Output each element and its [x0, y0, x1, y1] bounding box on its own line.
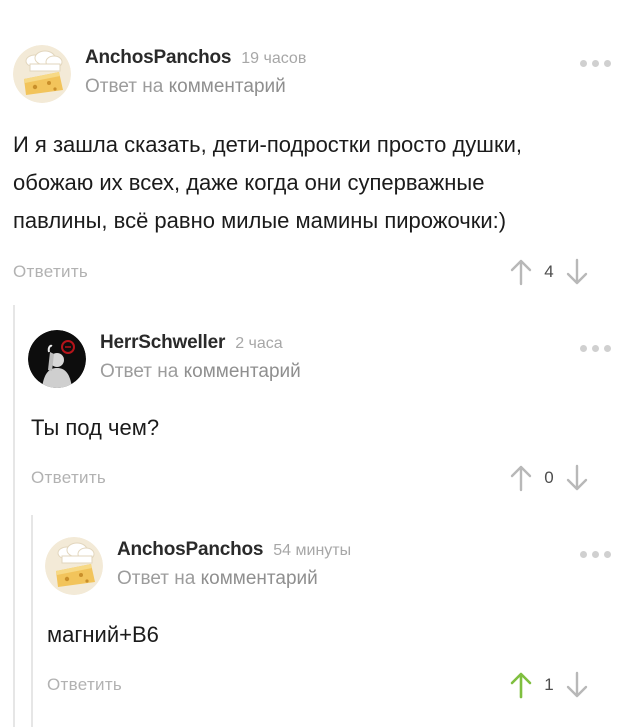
comment-header: AnchosPanchos 54 минуты Ответ на коммент…	[45, 537, 351, 595]
comment-author[interactable]: AnchosPanchos	[117, 539, 263, 561]
comment-time: 2 часа	[235, 335, 283, 352]
comment-footer: Ответить	[47, 675, 122, 695]
comment-footer: Ответить	[13, 262, 88, 282]
comment-text-line: павлины, всё равно милые мамины пирожочк…	[13, 208, 507, 233]
upvote-arrow-icon[interactable]	[510, 464, 532, 492]
downvote-arrow-icon[interactable]	[566, 258, 588, 286]
comment-author[interactable]: AnchosPanchos	[85, 47, 231, 69]
chef-cheese-avatar-icon[interactable]	[13, 45, 71, 103]
reply-comment-link[interactable]: комментарий	[184, 361, 301, 382]
downvote-arrow-icon[interactable]	[566, 671, 588, 699]
more-options-button[interactable]	[580, 60, 611, 67]
vote-controls: 0	[510, 464, 588, 492]
reply-button[interactable]: Ответить	[47, 675, 122, 695]
comment-text-line: Ты под чем?	[31, 415, 160, 440]
comment-author[interactable]: HerrSchweller	[100, 332, 225, 354]
dark-figure-avatar-icon[interactable]	[28, 330, 86, 388]
vote-score: 4	[544, 262, 554, 281]
comment-header: AnchosPanchos 19 часов Ответ на коммента…	[13, 45, 306, 103]
comment-text-line: магний+B6	[47, 622, 159, 647]
comment-text: И я зашла сказать, дети-подростки просто…	[13, 126, 633, 240]
downvote-arrow-icon[interactable]	[566, 464, 588, 492]
comment-header: HerrSchweller 2 часа Ответ на комментари…	[28, 330, 301, 388]
reply-button[interactable]: Ответить	[31, 468, 106, 488]
more-options-button[interactable]	[580, 345, 611, 352]
reply-prefix: Ответ на	[117, 568, 196, 589]
chef-cheese-avatar-icon[interactable]	[45, 537, 103, 595]
vote-controls: 4	[510, 258, 588, 286]
comment-text: Ты под чем?	[31, 409, 621, 447]
reply-comment-link[interactable]: комментарий	[201, 568, 318, 589]
vote-controls: 1	[510, 671, 588, 699]
vote-score: 1	[544, 675, 554, 694]
reply-comment-link[interactable]: комментарий	[169, 76, 286, 97]
upvote-arrow-icon[interactable]	[510, 258, 532, 286]
upvote-arrow-icon[interactable]	[510, 671, 532, 699]
more-options-button[interactable]	[580, 551, 611, 558]
comment-time: 54 минуты	[273, 542, 352, 559]
comment-text-line: обожаю их всех, даже когда они суперважн…	[13, 170, 485, 195]
thread-line-level-2	[31, 515, 33, 727]
comment-footer: Ответить	[31, 468, 106, 488]
vote-score: 0	[544, 468, 554, 487]
reply-button[interactable]: Ответить	[13, 262, 88, 282]
reply-context: Ответ на комментарий	[85, 76, 306, 98]
comment-time: 19 часов	[241, 50, 307, 67]
thread-line-level-1	[13, 305, 15, 727]
reply-context: Ответ на комментарий	[117, 568, 351, 590]
reply-context: Ответ на комментарий	[100, 361, 301, 383]
reply-prefix: Ответ на	[85, 76, 164, 97]
comment-text: магний+B6	[47, 616, 617, 654]
comment-text-line: И я зашла сказать, дети-подростки просто…	[13, 132, 522, 157]
reply-prefix: Ответ на	[100, 361, 179, 382]
